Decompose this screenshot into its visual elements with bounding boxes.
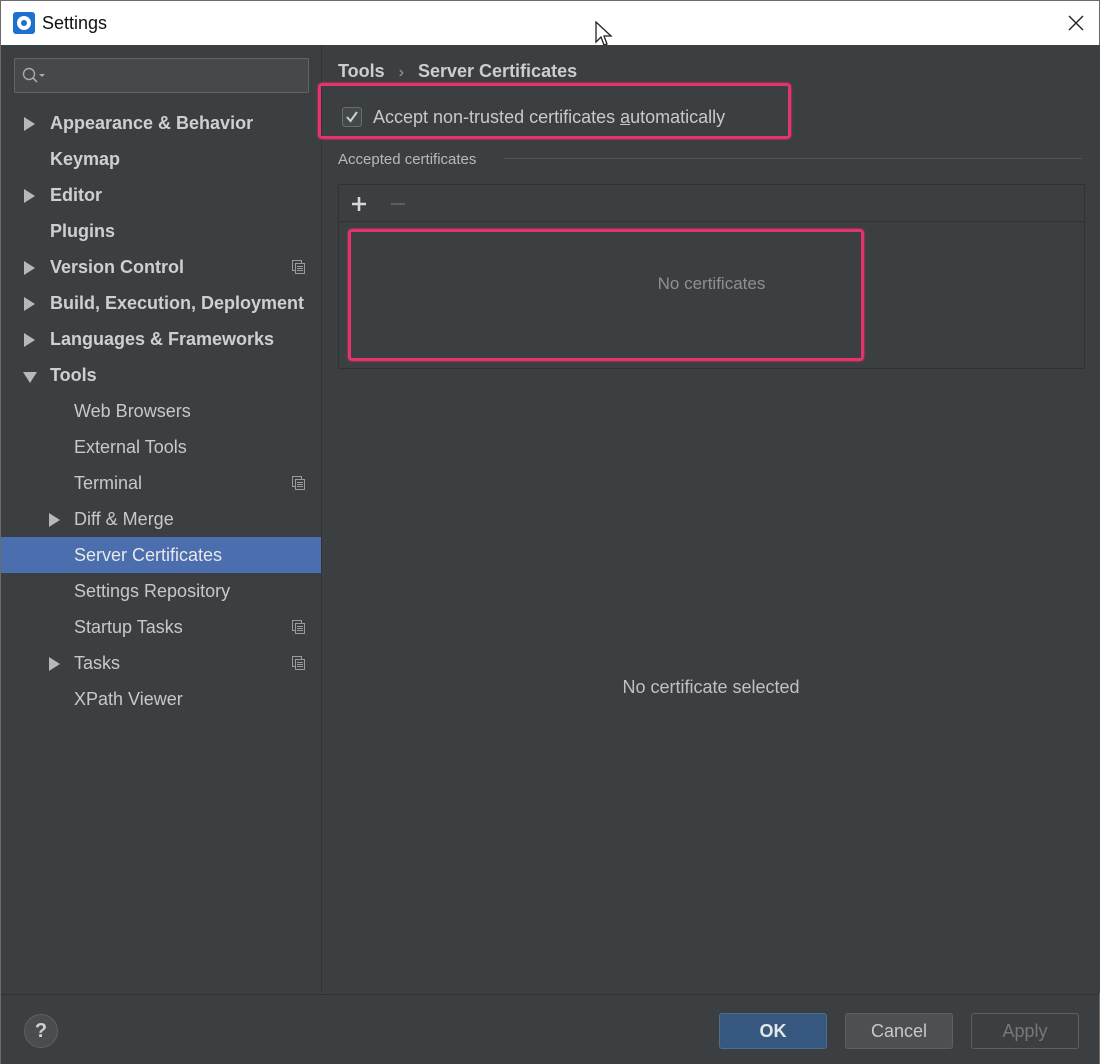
- tree-item-label: Settings Repository: [74, 581, 231, 601]
- add-certificate-button[interactable]: [347, 192, 371, 216]
- expand-arrow-icon[interactable]: [24, 189, 35, 203]
- settings-tree: Appearance & Behavior Keymap Editor Plug…: [1, 105, 321, 717]
- project-scope-icon: [292, 656, 305, 670]
- tree-item-startup-tasks[interactable]: Startup Tasks: [1, 609, 321, 645]
- tree-item-label: Appearance & Behavior: [50, 113, 254, 133]
- tree-item-diff-merge[interactable]: Diff & Merge: [1, 501, 321, 537]
- settings-window: Settings Appearance & Behavior Keymap Ed…: [0, 0, 1100, 1064]
- tree-item-languages-frameworks[interactable]: Languages & Frameworks: [1, 321, 321, 357]
- breadcrumb-parent[interactable]: Tools: [338, 61, 385, 81]
- tree-item-label: External Tools: [74, 437, 187, 457]
- tree-item-keymap[interactable]: Keymap: [1, 141, 321, 177]
- close-button[interactable]: [1059, 7, 1093, 39]
- tree-item-server-certificates[interactable]: Server Certificates: [1, 537, 321, 573]
- settings-sidebar: Appearance & Behavior Keymap Editor Plug…: [1, 45, 322, 993]
- settings-search[interactable]: [14, 58, 309, 93]
- minus-icon: [391, 203, 405, 205]
- tree-item-label: Languages & Frameworks: [50, 329, 275, 349]
- tree-item-label: Server Certificates: [74, 545, 223, 565]
- help-button[interactable]: ?: [24, 1014, 58, 1048]
- expand-arrow-icon[interactable]: [49, 657, 60, 671]
- close-icon: [1068, 15, 1084, 31]
- collapse-arrow-icon[interactable]: [23, 372, 37, 383]
- tree-item-label: Startup Tasks: [74, 617, 183, 637]
- ok-button[interactable]: OK: [719, 1013, 827, 1049]
- details-empty-text: No certificate selected: [622, 677, 800, 697]
- remove-certificate-button[interactable]: [386, 192, 410, 216]
- expand-arrow-icon[interactable]: [24, 333, 35, 347]
- tree-item-label: Diff & Merge: [74, 509, 174, 529]
- mouse-cursor-icon: [595, 21, 613, 46]
- apply-button[interactable]: Apply: [971, 1013, 1079, 1049]
- tree-item-label: XPath Viewer: [74, 689, 183, 709]
- tree-item-label: Plugins: [50, 221, 116, 241]
- project-scope-icon: [292, 260, 305, 274]
- tree-item-settings-repository[interactable]: Settings Repository: [1, 573, 321, 609]
- tree-item-build-execution-deployment[interactable]: Build, Execution, Deployment: [1, 285, 321, 321]
- expand-arrow-icon[interactable]: [24, 297, 35, 311]
- expand-arrow-icon[interactable]: [49, 513, 60, 527]
- dialog-footer: ? OK Cancel Apply: [1, 994, 1099, 1064]
- app-logo-icon: [13, 12, 35, 34]
- tree-item-appearance-behavior[interactable]: Appearance & Behavior: [1, 105, 321, 141]
- project-scope-icon: [292, 620, 305, 634]
- tree-item-label: Tools: [50, 365, 97, 385]
- expand-arrow-icon[interactable]: [24, 261, 35, 275]
- project-scope-icon: [292, 476, 305, 490]
- search-icon: [22, 67, 45, 83]
- tree-item-xpath-viewer[interactable]: XPath Viewer: [1, 681, 321, 717]
- breadcrumb-current: Server Certificates: [418, 61, 578, 81]
- chevron-right-icon: ›: [398, 64, 404, 81]
- tree-item-external-tools[interactable]: External Tools: [1, 429, 321, 465]
- tree-item-tasks[interactable]: Tasks: [1, 645, 321, 681]
- tree-item-plugins[interactable]: Plugins: [1, 213, 321, 249]
- tree-item-terminal[interactable]: Terminal: [1, 465, 321, 501]
- window-title: Settings: [42, 13, 108, 33]
- tree-item-label: Build, Execution, Deployment: [50, 293, 305, 313]
- certificates-toolbar: [339, 185, 1084, 222]
- tree-item-version-control[interactable]: Version Control: [1, 249, 321, 285]
- cancel-button[interactable]: Cancel: [845, 1013, 953, 1049]
- accepted-certificates-title: Accepted certificates: [338, 151, 477, 168]
- highlight-annotation: [318, 83, 791, 139]
- breadcrumb: Tools › Server Certificates: [338, 61, 577, 82]
- tree-item-label: Tasks: [74, 653, 121, 673]
- highlight-annotation: [348, 229, 864, 361]
- tree-item-label: Editor: [50, 185, 102, 205]
- tree-item-label: Terminal: [74, 473, 143, 493]
- tree-item-label: Keymap: [50, 149, 121, 169]
- tree-item-label: Web Browsers: [74, 401, 191, 421]
- tree-item-web-browsers[interactable]: Web Browsers: [1, 393, 321, 429]
- settings-content: Tools › Server Certificates Accept non-tru…: [318, 45, 1100, 993]
- tree-item-editor[interactable]: Editor: [1, 177, 321, 213]
- expand-arrow-icon[interactable]: [24, 117, 35, 131]
- search-input[interactable]: [51, 65, 301, 87]
- tree-item-label: Version Control: [50, 257, 185, 277]
- tree-item-tools[interactable]: Tools: [1, 357, 321, 393]
- title-bar: Settings: [1, 1, 1099, 46]
- plus-icon: [352, 197, 366, 211]
- section-divider: [504, 158, 1082, 159]
